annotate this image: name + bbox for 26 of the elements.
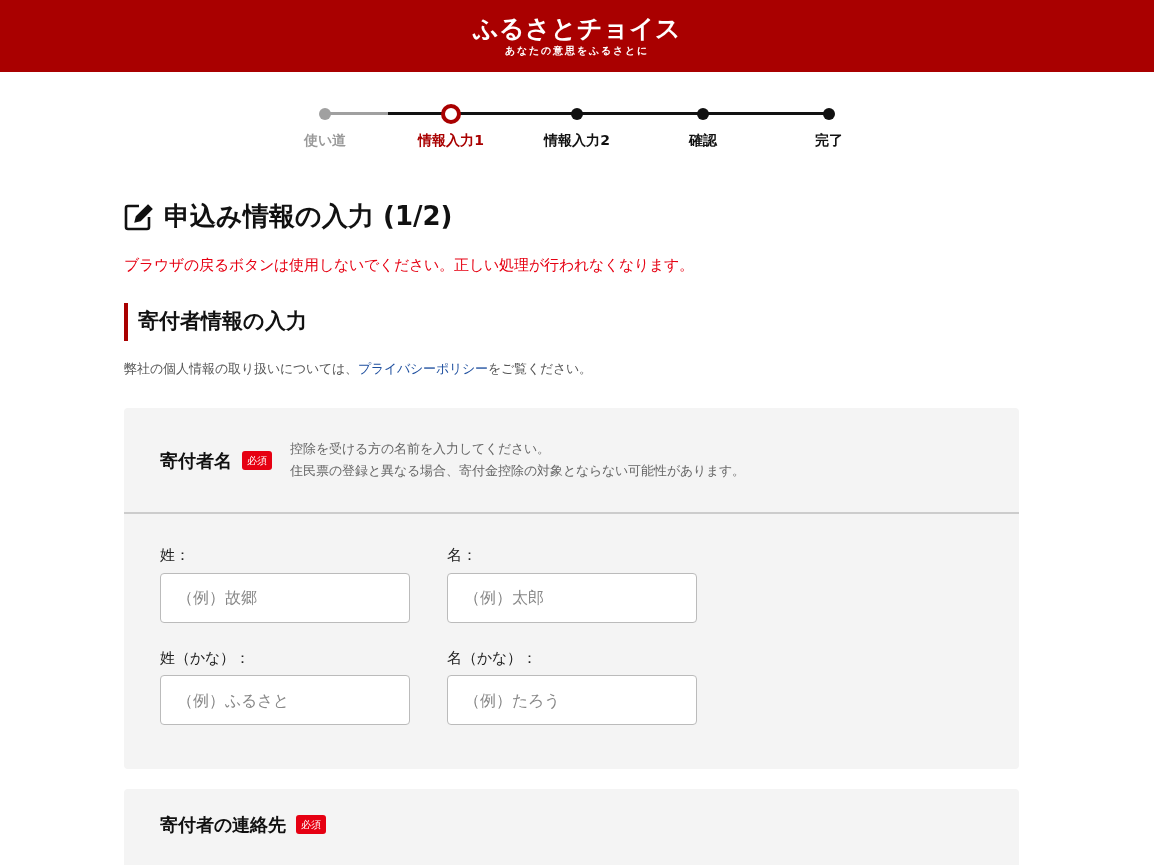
field-label: 名（かな）： bbox=[447, 647, 538, 669]
text-input[interactable]: （例）ふるさと bbox=[160, 675, 410, 725]
field-label: 姓（かな）： bbox=[160, 647, 251, 669]
required-badge: 必須 bbox=[242, 450, 272, 470]
text-input[interactable]: （例）たろう bbox=[447, 675, 697, 725]
step-label: 情報入力1 bbox=[418, 131, 484, 150]
step-label: 完了 bbox=[815, 131, 843, 150]
site-tagline: あなたの意思をふるさとに bbox=[505, 44, 649, 58]
privacy-policy-link[interactable]: プライバシーポリシー bbox=[358, 360, 488, 376]
help-text: 控除を受ける方の名前を入力してください。 bbox=[290, 440, 551, 458]
warning-text: ブラウザの戻るボタンは使用しないでください。正しい処理が行われなくなります。 bbox=[124, 255, 695, 276]
site-logo[interactable]: ふるさとチョイス bbox=[473, 14, 681, 44]
step-label: 情報入力2 bbox=[544, 131, 610, 150]
step-label: 使い道 bbox=[304, 131, 346, 150]
help-text: 住民票の登録と異なる場合、寄付金控除の対象とならない可能性があります。 bbox=[290, 462, 745, 480]
section-heading: 寄付者情報の入力 bbox=[138, 307, 307, 335]
field-group-title: 寄付者の連絡先 bbox=[160, 813, 286, 837]
page-title: 申込み情報の入力 (1/2) bbox=[164, 200, 453, 233]
privacy-note: 弊社の個人情報の取り扱いについては、プライバシーポリシーをご覧ください。 bbox=[124, 359, 593, 378]
text-input[interactable]: （例）故郷 bbox=[160, 572, 410, 623]
field-label: 名： bbox=[447, 545, 478, 566]
field-label: 姓： bbox=[160, 545, 191, 566]
step-label: 確認 bbox=[689, 131, 717, 150]
required-badge: 必須 bbox=[296, 815, 326, 834]
text-input[interactable]: （例）太郎 bbox=[447, 572, 697, 623]
field-group-title: 寄付者名 bbox=[160, 448, 232, 473]
